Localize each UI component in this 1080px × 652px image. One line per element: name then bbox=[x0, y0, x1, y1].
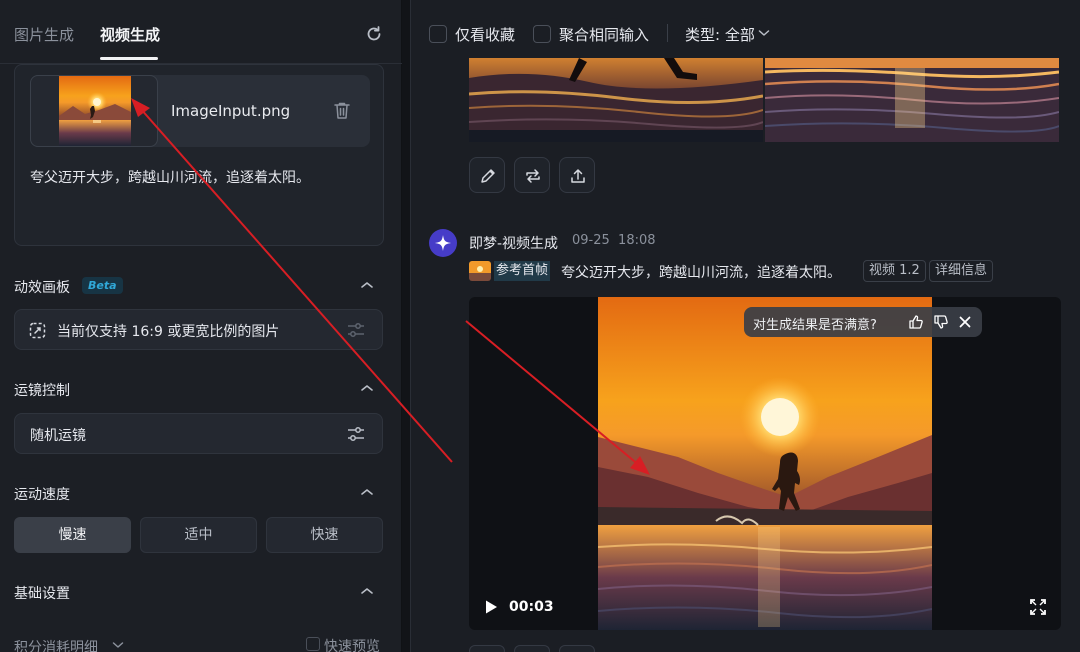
file-name: ImageInput.png bbox=[171, 102, 291, 120]
favorites-only-checkbox[interactable] bbox=[429, 25, 447, 43]
sunset-video-frame-image bbox=[598, 297, 932, 630]
chevron-up-icon[interactable] bbox=[360, 280, 374, 290]
chevron-up-icon[interactable] bbox=[360, 487, 374, 497]
feedback-question: 对生成结果是否满意? bbox=[753, 318, 877, 333]
chevron-down-icon[interactable] bbox=[112, 641, 124, 649]
speed-fast-button[interactable]: 快速 bbox=[266, 517, 383, 553]
motion-brush-icon bbox=[29, 322, 46, 339]
effect-canvas-notice-text: 当前仅支持 16:9 或更宽比例的图片 bbox=[57, 324, 280, 340]
sunset-mini-image bbox=[469, 261, 491, 281]
tab-video-generation[interactable]: 视频生成 bbox=[100, 24, 160, 45]
fast-preview-label: 快速预览 bbox=[324, 639, 380, 652]
sunset-water-frame-image bbox=[765, 58, 1059, 142]
export-button[interactable] bbox=[559, 645, 595, 652]
feedback-popover: 对生成结果是否满意? bbox=[744, 307, 982, 337]
effect-canvas-notice[interactable]: 当前仅支持 16:9 或更宽比例的图片 bbox=[14, 309, 383, 350]
generation-time: 18:08 bbox=[618, 233, 656, 248]
favorites-only-label[interactable]: 仅看收藏 bbox=[455, 24, 515, 45]
refresh-icon[interactable] bbox=[364, 24, 384, 44]
effect-canvas-title: 动效画板 bbox=[14, 280, 70, 296]
settings-sliders-icon[interactable] bbox=[347, 426, 365, 442]
speed-medium-button[interactable]: 适中 bbox=[140, 517, 257, 553]
regenerate-button[interactable] bbox=[514, 645, 550, 652]
chevron-up-icon[interactable] bbox=[360, 586, 374, 596]
type-filter-dropdown[interactable]: 类型: 全部 bbox=[685, 24, 755, 45]
edit-button[interactable] bbox=[469, 157, 505, 193]
repeat-icon bbox=[526, 169, 540, 183]
active-tab-indicator bbox=[100, 57, 158, 60]
reference-frame-thumbnail[interactable] bbox=[469, 261, 491, 281]
merge-same-input-label[interactable]: 聚合相同输入 bbox=[559, 24, 649, 45]
speed-slow-button[interactable]: 慢速 bbox=[14, 517, 131, 553]
previous-result-frame[interactable] bbox=[765, 58, 1059, 142]
previous-result-frame[interactable] bbox=[469, 58, 763, 142]
image-upload-card[interactable]: ImageInput.png 夸父迈开大步，跨越山川河流，追逐着太阳。 bbox=[14, 64, 384, 246]
details-tag[interactable]: 详细信息 bbox=[929, 260, 994, 282]
fast-preview-checkbox[interactable] bbox=[306, 637, 320, 651]
reference-frame-label: 参考首帧 bbox=[494, 261, 551, 281]
close-icon[interactable] bbox=[957, 314, 973, 330]
chevron-up-icon[interactable] bbox=[360, 383, 374, 393]
export-button[interactable] bbox=[559, 157, 595, 193]
camera-control-title: 运镜控制 bbox=[14, 383, 70, 399]
fullscreen-icon[interactable] bbox=[1030, 599, 1046, 615]
uploaded-image-thumbnail[interactable] bbox=[30, 75, 158, 147]
delete-icon[interactable] bbox=[333, 101, 351, 121]
left-panel: 图片生成 视频生成 ImageInput.png 夸父迈开大步，跨越山川河流，追… bbox=[0, 0, 402, 652]
pencil-icon bbox=[481, 169, 495, 183]
upload-icon bbox=[571, 169, 585, 183]
settings-sliders-icon[interactable] bbox=[347, 322, 365, 338]
mode-tabs: 图片生成 视频生成 bbox=[0, 0, 402, 64]
filter-bar: 仅看收藏 聚合相同输入 类型: 全部 bbox=[411, 0, 1080, 66]
generation-title: 即梦-视频生成 bbox=[469, 236, 559, 252]
regenerate-button[interactable] bbox=[514, 157, 550, 193]
video-time: 00:03 bbox=[509, 599, 554, 615]
video-player[interactable] bbox=[469, 297, 1061, 630]
edit-button[interactable] bbox=[469, 645, 505, 652]
merge-same-input-checkbox[interactable] bbox=[533, 25, 551, 43]
prompt-text[interactable]: 夸父迈开大步，跨越山川河流，追逐着太阳。 bbox=[30, 167, 310, 187]
generation-date: 09-25 bbox=[572, 233, 610, 248]
motion-speed-title: 运动速度 bbox=[14, 487, 70, 503]
generation-prompt: 夸父迈开大步，跨越山川河流，追逐着太阳。 bbox=[561, 265, 841, 281]
camera-control-value: 随机运镜 bbox=[30, 428, 86, 444]
credits-detail-link[interactable]: 积分消耗明细 bbox=[14, 637, 98, 652]
basic-settings-title: 基础设置 bbox=[14, 586, 70, 602]
play-icon[interactable] bbox=[484, 599, 498, 615]
running-figure-frame-image bbox=[469, 58, 763, 142]
tab-image-generation[interactable]: 图片生成 bbox=[14, 24, 74, 45]
divider bbox=[667, 24, 668, 42]
uploaded-file-row: ImageInput.png bbox=[30, 75, 370, 147]
generation-timestamp: 09-25 18:08 bbox=[572, 233, 656, 248]
beta-badge: Beta bbox=[82, 277, 123, 294]
sunset-thumbnail-image bbox=[59, 76, 131, 146]
chevron-down-icon[interactable] bbox=[758, 29, 770, 37]
camera-control-select[interactable]: 随机运镜 bbox=[14, 413, 383, 454]
thumbs-down-icon[interactable] bbox=[933, 314, 949, 330]
avatar bbox=[429, 229, 457, 257]
model-version-tag: 视频 1.2 bbox=[863, 260, 926, 282]
thumbs-up-icon[interactable] bbox=[908, 314, 924, 330]
sparkle-icon bbox=[435, 235, 451, 251]
